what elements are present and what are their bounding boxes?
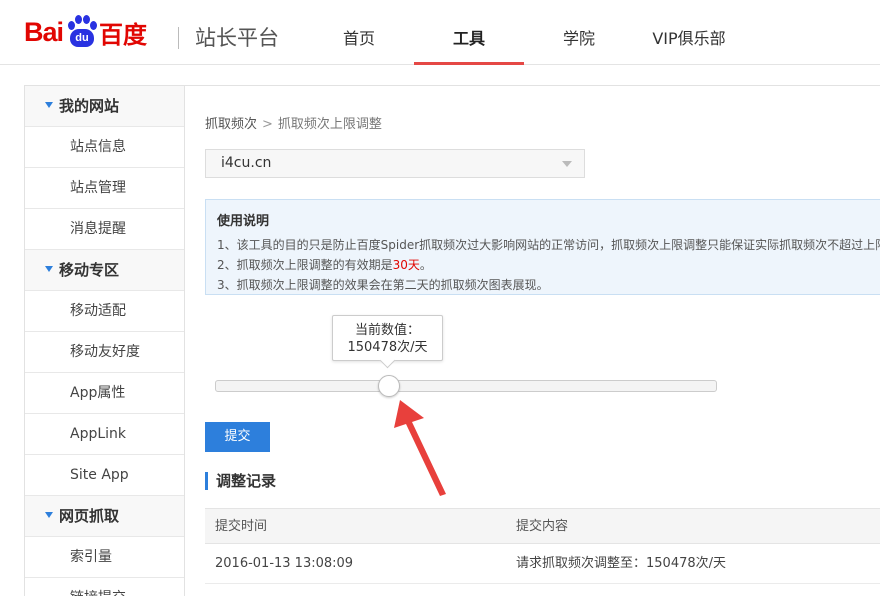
site-select-value: i4cu.cn bbox=[221, 155, 272, 171]
row-content: 请求抓取频次调整至：150478次/天 bbox=[516, 556, 727, 571]
notice-title: 使用说明 bbox=[217, 214, 270, 229]
logo-du-text: 百度 bbox=[99, 20, 148, 49]
slider-value-tooltip: 当前数值： 150478次/天 bbox=[332, 315, 443, 361]
submit-button[interactable]: 提交 bbox=[205, 422, 270, 452]
triangle-down-icon bbox=[45, 266, 53, 272]
breadcrumb: 抓取频次 > 抓取频次上限调整 bbox=[205, 113, 382, 132]
sidebar-item-index[interactable]: 索引量 bbox=[25, 537, 184, 578]
sidebar-group-crawl[interactable]: 网页抓取 bbox=[25, 496, 184, 537]
main-content: 抓取频次 > 抓取频次上限调整 i4cu.cn 使用说明 1、该工具的目的只是防止百… bbox=[184, 85, 880, 596]
baidu-logo[interactable]: Bai du 百度 bbox=[24, 8, 147, 56]
tooltip-label: 当前数值： bbox=[354, 323, 420, 338]
sidebar-item-site-info[interactable]: 站点信息 bbox=[25, 127, 184, 168]
nav-item-home[interactable]: 首页 bbox=[304, 0, 414, 65]
triangle-down-icon bbox=[45, 512, 53, 518]
sidebar-group-label: 网页抓取 bbox=[59, 507, 120, 525]
top-header: Bai du 百度 站长平台 首页 工具 学院 VIP俱乐部 bbox=[0, 0, 880, 65]
notice-line-3: 3、抓取频次上限调整的效果会在第二天的抓取频次图表展现。 bbox=[217, 278, 549, 292]
logo-divider bbox=[178, 27, 179, 49]
sidebar-group-my-site[interactable]: 我的网站 bbox=[25, 86, 184, 127]
records-title: 调整记录 bbox=[205, 472, 276, 490]
site-select[interactable]: i4cu.cn bbox=[205, 149, 585, 178]
row-time: 2016-01-13 13:08:09 bbox=[215, 556, 354, 571]
notice-line-1: 1、该工具的目的只是防止百度Spider抓取频次过大影响网站的正常访问，抓取频次… bbox=[217, 238, 880, 252]
nav-item-tools[interactable]: 工具 bbox=[414, 0, 524, 65]
sidebar-item-mobile-friendly[interactable]: 移动友好度 bbox=[25, 332, 184, 373]
sidebar: 我的网站 站点信息 站点管理 消息提醒 移动专区 移动适配 移动友好度 App属… bbox=[24, 85, 185, 596]
chevron-down-icon bbox=[562, 161, 572, 167]
breadcrumb-parent[interactable]: 抓取频次 bbox=[205, 117, 257, 132]
sidebar-item-mobile-adapt[interactable]: 移动适配 bbox=[25, 291, 184, 332]
main-nav: 首页 工具 学院 VIP俱乐部 bbox=[304, 0, 744, 65]
notice-line-2: 2、抓取频次上限调整的有效期是30天。 bbox=[217, 256, 432, 273]
breadcrumb-current: 抓取频次上限调整 bbox=[277, 117, 382, 132]
table-row: 2016-01-13 13:08:09 请求抓取频次调整至：150478次/天 bbox=[205, 544, 880, 584]
records-table: 提交时间 提交内容 2016-01-13 13:08:09 请求抓取频次调整至：… bbox=[205, 508, 880, 584]
column-header-content: 提交内容 bbox=[516, 519, 569, 534]
usage-notice: 使用说明 1、该工具的目的只是防止百度Spider抓取频次过大影响网站的正常访问… bbox=[205, 199, 880, 295]
sidebar-item-site-app[interactable]: Site App bbox=[25, 455, 184, 496]
tooltip-value: 150478次/天 bbox=[347, 340, 428, 355]
nav-item-vip[interactable]: VIP俱乐部 bbox=[634, 0, 744, 65]
breadcrumb-separator: > bbox=[262, 117, 273, 132]
table-header: 提交时间 提交内容 bbox=[205, 508, 880, 544]
frequency-slider-track[interactable] bbox=[215, 380, 717, 392]
sidebar-group-label: 移动专区 bbox=[59, 261, 120, 279]
sidebar-item-app-attr[interactable]: App属性 bbox=[25, 373, 184, 414]
logo-bai-text: Bai bbox=[24, 16, 64, 47]
sidebar-item-link-submit[interactable]: 链接提交 bbox=[25, 578, 184, 596]
nav-item-academy[interactable]: 学院 bbox=[524, 0, 634, 65]
notice-line-2-post: 。 bbox=[419, 258, 432, 272]
sidebar-group-mobile[interactable]: 移动专区 bbox=[25, 250, 184, 291]
sidebar-item-site-manage[interactable]: 站点管理 bbox=[25, 168, 184, 209]
triangle-down-icon bbox=[45, 102, 53, 108]
platform-title: 站长平台 bbox=[195, 26, 279, 50]
notice-validity-days: 30天 bbox=[392, 258, 420, 272]
notice-line-2-pre: 2、抓取频次上限调整的有效期是 bbox=[217, 258, 393, 272]
sidebar-item-applink[interactable]: AppLink bbox=[25, 414, 184, 455]
sidebar-group-label: 我的网站 bbox=[59, 97, 120, 115]
sidebar-item-messages[interactable]: 消息提醒 bbox=[25, 209, 184, 250]
column-header-time: 提交时间 bbox=[215, 519, 268, 534]
logo-du-pad: du bbox=[70, 29, 95, 47]
paw-icon: du bbox=[64, 15, 98, 49]
